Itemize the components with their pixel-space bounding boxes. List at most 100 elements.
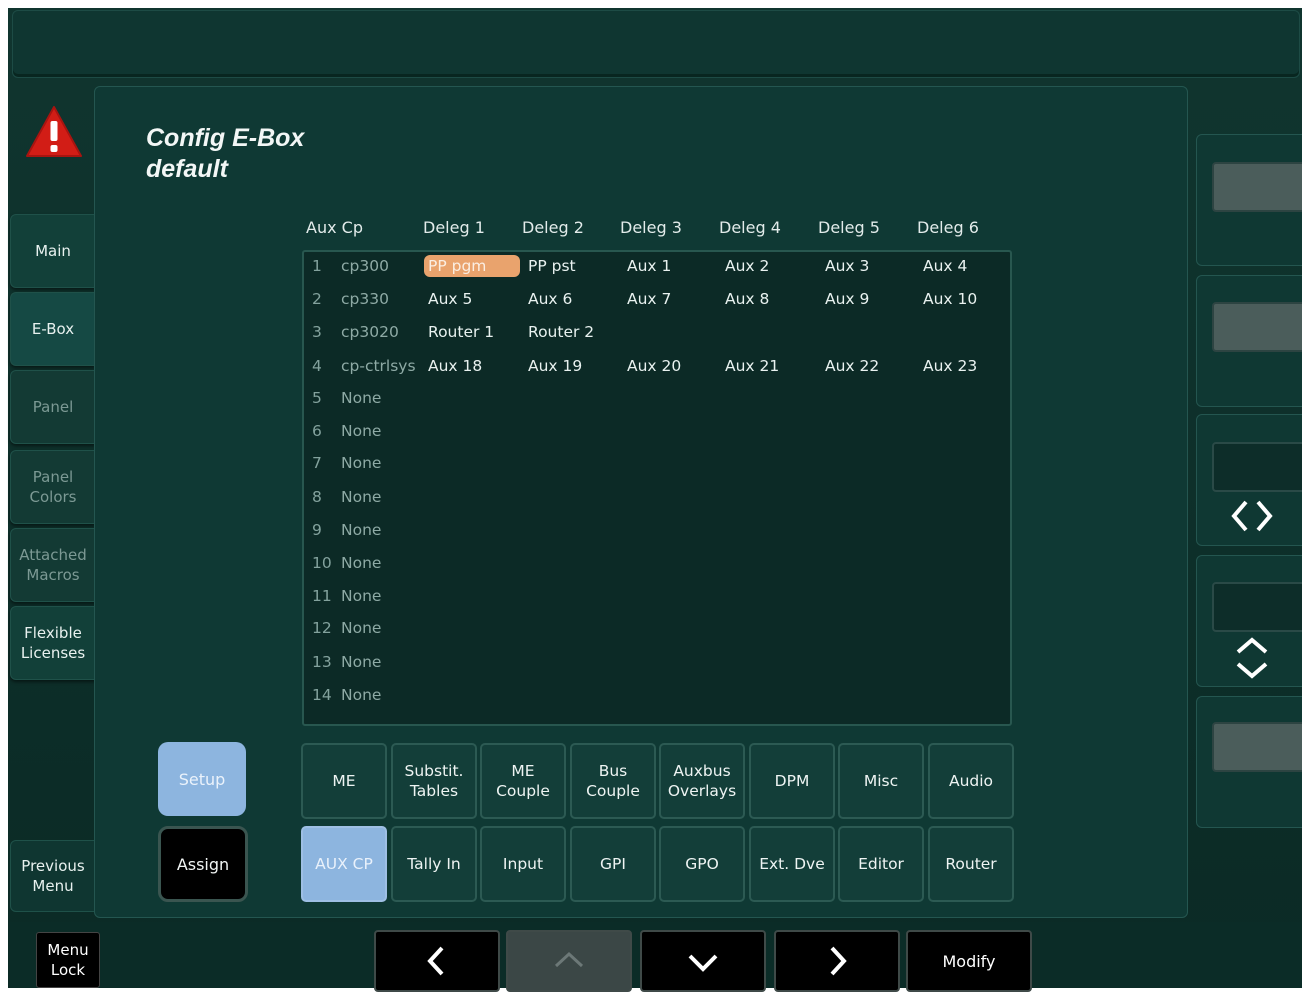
nav-up-button[interactable]: [506, 930, 632, 992]
aux-cp-cell[interactable]: cp-ctrlsys: [341, 355, 416, 377]
deleg-cell[interactable]: Aux 5: [428, 288, 472, 310]
aux-cp-cell[interactable]: None: [341, 420, 381, 442]
row-number: 13: [312, 653, 332, 671]
deleg-cell[interactable]: Aux 4: [923, 255, 967, 277]
header-deleg-5: Deleg 5: [818, 218, 880, 237]
deleg-cell[interactable]: Aux 8: [725, 288, 769, 310]
aux-cp-cell[interactable]: None: [341, 552, 381, 574]
row-number: 5: [312, 389, 322, 407]
tab-main[interactable]: Main: [10, 214, 96, 288]
row-number: 10: [312, 554, 332, 572]
ext-dve-button[interactable]: Ext. Dve: [749, 826, 835, 902]
aux-cp-button[interactable]: AUX CP: [301, 826, 387, 902]
chevron-up-icon: [554, 951, 584, 968]
audio-button[interactable]: Audio: [928, 743, 1014, 819]
deleg-cell[interactable]: Aux 3: [825, 255, 869, 277]
gpo-button[interactable]: GPO: [659, 826, 745, 902]
deleg-cell[interactable]: Router 2: [528, 321, 594, 343]
nav-right-button[interactable]: [774, 930, 900, 992]
aux-cp-cell[interactable]: None: [341, 617, 381, 639]
knob-value-3: [1212, 442, 1302, 492]
tally-in-button[interactable]: Tally In: [391, 826, 477, 902]
row-number: 11: [312, 587, 332, 605]
aux-cp-table[interactable]: [302, 250, 1012, 726]
warning-icon: [26, 106, 82, 157]
substit-tables-button[interactable]: Substit. Tables: [391, 743, 477, 819]
aux-cp-cell[interactable]: cp300: [341, 255, 389, 277]
aux-cp-cell[interactable]: None: [341, 387, 381, 409]
deleg-cell[interactable]: Aux 23: [923, 355, 977, 377]
header-deleg-3: Deleg 3: [620, 218, 682, 237]
misc-button[interactable]: Misc: [838, 743, 924, 819]
router-button[interactable]: Router: [928, 826, 1014, 902]
nav-down-button[interactable]: [640, 930, 766, 992]
deleg-cell[interactable]: Aux 9: [825, 288, 869, 310]
page-title: Config E-Box default: [146, 123, 304, 185]
setup-button[interactable]: Setup: [158, 742, 246, 816]
row-number: 4: [312, 357, 322, 375]
row-number: 6: [312, 422, 322, 440]
nav-left-button[interactable]: [374, 930, 500, 992]
aux-cp-cell[interactable]: cp3020: [341, 321, 399, 343]
page-title-line1: Config E-Box: [146, 124, 305, 152]
row-number: 1: [312, 257, 322, 275]
deleg-cell[interactable]: Aux 10: [923, 288, 977, 310]
deleg-cell[interactable]: Router 1: [428, 321, 494, 343]
deleg-cell[interactable]: Aux 21: [725, 355, 779, 377]
knob-value-4: [1212, 582, 1302, 632]
aux-cp-cell[interactable]: None: [341, 519, 381, 541]
row-number: 3: [312, 323, 322, 341]
deleg-cell[interactable]: PP pgm: [424, 255, 520, 277]
aux-cp-cell[interactable]: None: [341, 585, 381, 607]
chevron-right-icon: [830, 946, 847, 976]
deleg-cell[interactable]: Aux 2: [725, 255, 769, 277]
tab-attached-macros[interactable]: Attached Macros: [10, 528, 96, 602]
tab-flexible-licenses[interactable]: Flexible Licenses: [10, 606, 96, 680]
aux-cp-cell[interactable]: None: [341, 452, 381, 474]
header-aux-cp: Aux Cp: [306, 218, 363, 237]
tab-panel-colors[interactable]: Panel Colors: [10, 450, 96, 524]
aux-cp-cell[interactable]: None: [341, 651, 381, 673]
me-couple-button[interactable]: ME Couple: [480, 743, 566, 819]
deleg-cell[interactable]: Aux 18: [428, 355, 482, 377]
row-number: 2: [312, 290, 322, 308]
deleg-cell[interactable]: Aux 20: [627, 355, 681, 377]
gpi-button[interactable]: GPI: [570, 826, 656, 902]
knob-value-2: [1212, 302, 1302, 352]
deleg-cell[interactable]: Aux 6: [528, 288, 572, 310]
aux-cp-cell[interactable]: cp330: [341, 288, 389, 310]
input-button[interactable]: Input: [480, 826, 566, 902]
deleg-cell[interactable]: Aux 19: [528, 355, 582, 377]
knob-value-5: [1212, 722, 1302, 772]
header-deleg-2: Deleg 2: [522, 218, 584, 237]
header-deleg-1: Deleg 1: [423, 218, 485, 237]
me-button[interactable]: ME: [301, 743, 387, 819]
header-deleg-6: Deleg 6: [917, 218, 979, 237]
row-number: 9: [312, 521, 322, 539]
aux-cp-cell[interactable]: None: [341, 684, 381, 706]
tab-panel[interactable]: Panel: [10, 370, 96, 444]
row-number: 8: [312, 488, 322, 506]
auxbus-overlays-button[interactable]: Auxbus Overlays: [659, 743, 745, 819]
row-number: 7: [312, 454, 322, 472]
row-number: 12: [312, 619, 332, 637]
header-deleg-4: Deleg 4: [719, 218, 781, 237]
deleg-cell[interactable]: Aux 1: [627, 255, 671, 277]
row-number: 14: [312, 686, 332, 704]
dpm-button[interactable]: DPM: [749, 743, 835, 819]
modify-button[interactable]: Modify: [906, 930, 1032, 992]
assign-button[interactable]: Assign: [158, 826, 248, 902]
chevron-left-icon: [427, 946, 444, 976]
top-status-bar: [12, 10, 1300, 78]
bus-couple-button[interactable]: Bus Couple: [570, 743, 656, 819]
deleg-cell[interactable]: Aux 22: [825, 355, 879, 377]
previous-menu-button[interactable]: Previous Menu: [10, 840, 96, 912]
chevron-down-icon: [688, 954, 718, 972]
editor-button[interactable]: Editor: [838, 826, 924, 902]
deleg-cell[interactable]: PP pst: [528, 255, 576, 277]
aux-cp-cell[interactable]: None: [341, 486, 381, 508]
up-down-icon: [1236, 637, 1268, 679]
deleg-cell[interactable]: Aux 7: [627, 288, 671, 310]
tab-e-box[interactable]: E-Box: [10, 292, 95, 366]
menu-lock-button[interactable]: Menu Lock: [36, 932, 100, 988]
